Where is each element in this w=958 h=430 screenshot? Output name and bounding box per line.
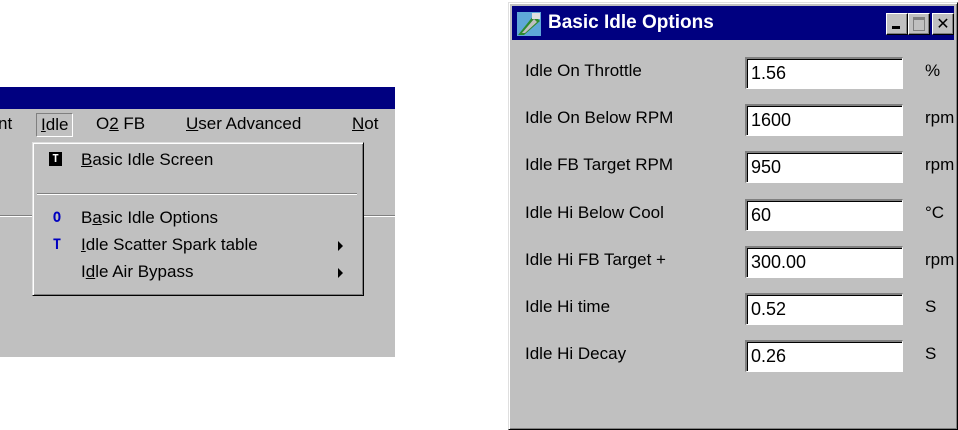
field-row-idle-on-below-rpm: Idle On Below RPM rpm bbox=[509, 100, 957, 140]
menu-o2-fb[interactable]: O2 FB bbox=[92, 113, 149, 135]
menu-user-advanced[interactable]: User Advanced bbox=[182, 113, 305, 135]
menu-notes-rest: ot bbox=[364, 114, 379, 133]
field-label: Idle Hi Decay bbox=[525, 344, 627, 363]
field-unit: °C bbox=[925, 203, 945, 222]
table-t-icon: T bbox=[52, 237, 62, 253]
menu-screenshot-crop: nt Idle O2 FB User Advanced Not T Basic … bbox=[0, 87, 395, 357]
field-label: Idle FB Target RPM bbox=[525, 155, 674, 174]
menu-o2-fb-rest: FB bbox=[118, 114, 146, 133]
maximize-icon bbox=[913, 17, 925, 31]
dialog-title: Basic Idle Options bbox=[548, 12, 714, 33]
menu-user-advanced-rest: ser Advanced bbox=[198, 114, 302, 133]
menu-o2-fb-before: O bbox=[96, 114, 110, 133]
field-label: Idle Hi Below Cool bbox=[525, 203, 664, 222]
field-unit: rpm bbox=[925, 108, 955, 127]
field-label: Idle On Below RPM bbox=[525, 108, 674, 127]
field-unit: S bbox=[925, 344, 937, 363]
idle-hi-below-cool-input[interactable] bbox=[745, 199, 903, 231]
field-row-idle-hi-time: Idle Hi time S bbox=[509, 289, 957, 329]
field-unit: rpm bbox=[925, 250, 955, 269]
minimize-button[interactable] bbox=[886, 13, 908, 35]
menu-item-idle-air-bypass[interactable]: Idle Air Bypass bbox=[33, 259, 363, 285]
idle-on-below-rpm-input[interactable] bbox=[745, 104, 903, 136]
close-icon: ✕ bbox=[936, 14, 950, 33]
close-button[interactable]: ✕ bbox=[932, 13, 954, 35]
menu-item-basic-idle-options[interactable]: O Basic Idle Options bbox=[33, 205, 363, 231]
field-label: Idle Hi time bbox=[525, 297, 611, 316]
menu-separator bbox=[37, 193, 357, 195]
dialog-titlebar[interactable]: Basic Idle Options ✕ bbox=[512, 6, 954, 40]
idle-dropdown-menu: T Basic Idle Screen O Basic Idle Options… bbox=[32, 142, 364, 296]
menu-notes-mnemonic: N bbox=[352, 114, 365, 133]
field-row-idle-hi-fb-target: Idle Hi FB Target + rpm bbox=[509, 242, 957, 282]
menu-item-partial-left-label: nt bbox=[0, 114, 13, 133]
menu-item-partial-left[interactable]: nt bbox=[0, 113, 16, 135]
idle-hi-decay-input[interactable] bbox=[745, 340, 903, 372]
submenu-arrow-icon bbox=[338, 241, 343, 251]
idle-hi-fb-target-input[interactable] bbox=[745, 246, 903, 278]
field-unit: % bbox=[925, 61, 941, 80]
idle-hi-time-input[interactable] bbox=[745, 293, 903, 325]
menu-item-basic-idle-screen[interactable]: T Basic Idle Screen bbox=[33, 147, 363, 173]
menu-item-idle-scatter-spark-table[interactable]: T Idle Scatter Spark table bbox=[33, 232, 363, 258]
field-label: Idle On Throttle bbox=[525, 61, 642, 80]
menu-item-idle-scatter-spark-label: Idle Scatter Spark table bbox=[81, 235, 258, 254]
maximize-button[interactable] bbox=[908, 13, 930, 35]
field-unit: S bbox=[925, 297, 937, 316]
main-window-titlebar bbox=[0, 87, 395, 109]
field-row-idle-hi-below-cool: Idle Hi Below Cool °C bbox=[509, 195, 957, 235]
menu-o2-fb-mnemonic: 2 bbox=[109, 114, 119, 133]
submenu-arrow-icon bbox=[338, 268, 343, 278]
field-row-idle-on-throttle: Idle On Throttle % bbox=[509, 53, 957, 93]
menu-item-basic-idle-options-label: Basic Idle Options bbox=[81, 208, 219, 227]
menu-user-advanced-mnemonic: U bbox=[186, 114, 199, 133]
menu-item-idle-air-bypass-label: Idle Air Bypass bbox=[81, 262, 194, 281]
field-unit: rpm bbox=[925, 155, 955, 174]
idle-on-throttle-input[interactable] bbox=[745, 57, 903, 89]
field-label: Idle Hi FB Target + bbox=[525, 250, 666, 269]
idle-fb-target-rpm-input[interactable] bbox=[745, 151, 903, 183]
table-box-icon: T bbox=[49, 152, 62, 166]
app-icon bbox=[517, 12, 541, 36]
menu-notes-partial[interactable]: Not bbox=[348, 113, 382, 135]
menu-item-basic-idle-screen-label: Basic Idle Screen bbox=[81, 150, 214, 169]
menu-idle-label-rest: dle bbox=[45, 115, 69, 134]
options-o-icon: O bbox=[52, 210, 62, 226]
basic-idle-options-dialog: Basic Idle Options ✕ Idle On Throttle % … bbox=[508, 2, 958, 430]
field-row-idle-fb-target-rpm: Idle FB Target RPM rpm bbox=[509, 147, 957, 187]
minimize-icon bbox=[892, 26, 900, 29]
menubar: nt Idle O2 FB User Advanced Not bbox=[0, 109, 395, 139]
field-row-idle-hi-decay: Idle Hi Decay S bbox=[509, 336, 957, 376]
menu-idle[interactable]: Idle bbox=[36, 113, 74, 137]
